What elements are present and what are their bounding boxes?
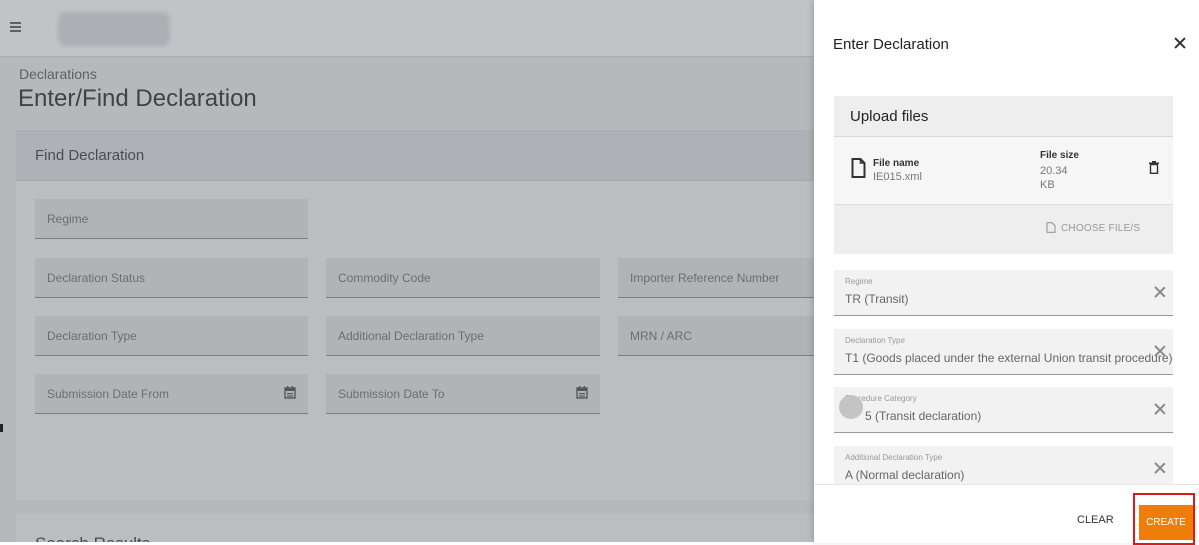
app-logo bbox=[58, 12, 170, 46]
file-name-label: File name bbox=[873, 158, 920, 169]
mouse-cursor bbox=[839, 395, 863, 419]
file-name: IE015.xml bbox=[873, 171, 922, 183]
additional-declaration-type-field[interactable]: Additional Declaration Type bbox=[326, 316, 600, 356]
drawer-procedure-category-value: 5 (Transit declaration) bbox=[865, 409, 982, 423]
clear-button[interactable]: CLEAR bbox=[1077, 514, 1114, 526]
file-size: 20.34 KB bbox=[1040, 165, 1068, 191]
breadcrumb[interactable]: Declarations bbox=[19, 66, 97, 82]
uploaded-file-row: File name IE015.xml File size 20.34 KB bbox=[834, 137, 1173, 205]
commodity-code-label: Commodity Code bbox=[338, 271, 431, 285]
drawer-regime-label: Regime bbox=[845, 277, 873, 286]
upload-files-section: Upload files File name IE015.xml File si… bbox=[834, 96, 1173, 254]
find-declaration-title: Find Declaration bbox=[35, 147, 145, 164]
top-app-bar bbox=[0, 0, 814, 57]
choose-files-label: CHOOSE FILE/S bbox=[1061, 223, 1141, 234]
drawer-declaration-type-label: Declaration Type bbox=[845, 336, 905, 345]
main-content: Declarations Enter/Find Declaration Find… bbox=[0, 0, 814, 542]
clear-icon[interactable] bbox=[1153, 285, 1167, 299]
search-results-title: Search Results bbox=[35, 534, 150, 542]
regime-field-label: Regime bbox=[47, 212, 89, 226]
regime-field[interactable]: Regime bbox=[35, 199, 308, 239]
declaration-status-field[interactable]: Declaration Status bbox=[35, 258, 308, 298]
create-button[interactable]: CREATE bbox=[1139, 505, 1193, 540]
importer-reference-field[interactable]: Importer Reference Number bbox=[618, 258, 814, 298]
declaration-type-field[interactable]: Declaration Type bbox=[35, 316, 308, 356]
file-icon bbox=[851, 158, 866, 178]
submission-date-to-label: Submission Date To bbox=[338, 387, 445, 401]
drawer-additional-declaration-type-value: A (Normal declaration) bbox=[845, 468, 965, 482]
page-title: Enter/Find Declaration bbox=[18, 85, 257, 112]
upload-files-title: Upload files bbox=[850, 108, 929, 125]
drawer-title: Enter Declaration bbox=[833, 36, 949, 53]
menu-icon[interactable] bbox=[10, 22, 21, 32]
submission-date-from-label: Submission Date From bbox=[47, 387, 170, 401]
drawer-declaration-type-field[interactable]: Declaration Type T1 (Goods placed under … bbox=[834, 329, 1173, 375]
trash-icon[interactable] bbox=[1149, 161, 1159, 174]
drawer-procedure-category-field[interactable]: Procedure Category 5 (Transit declaratio… bbox=[834, 387, 1173, 433]
additional-declaration-type-label: Additional Declaration Type bbox=[338, 329, 484, 343]
find-declaration-panel: Find Declaration Regime Declaration Stat… bbox=[16, 130, 814, 500]
mrn-arc-label: MRN / ARC bbox=[630, 329, 693, 343]
drawer-regime-field[interactable]: Regime TR (Transit) bbox=[834, 270, 1173, 316]
enter-declaration-drawer: Enter Declaration Upload files File name… bbox=[814, 0, 1199, 545]
drawer-additional-declaration-type-field[interactable]: Additional Declaration Type A (Normal de… bbox=[834, 446, 1173, 484]
drawer-regime-value: TR (Transit) bbox=[845, 292, 909, 306]
file-size-label: File size bbox=[1040, 150, 1079, 161]
choose-file-icon bbox=[1046, 222, 1056, 233]
edge-mark bbox=[0, 424, 3, 432]
close-icon[interactable] bbox=[1172, 35, 1188, 51]
upload-files-header: Upload files bbox=[834, 96, 1173, 137]
clear-icon[interactable] bbox=[1153, 344, 1167, 358]
commodity-code-field[interactable]: Commodity Code bbox=[326, 258, 600, 298]
drawer-additional-declaration-type-label: Additional Declaration Type bbox=[845, 453, 943, 462]
submission-date-from-field[interactable]: Submission Date From bbox=[35, 374, 308, 414]
drawer-declaration-type-value: T1 (Goods placed under the external Unio… bbox=[845, 351, 1173, 365]
clear-icon[interactable] bbox=[1153, 461, 1167, 475]
declaration-type-label: Declaration Type bbox=[47, 329, 137, 343]
calendar-icon[interactable] bbox=[284, 386, 296, 399]
submission-date-to-field[interactable]: Submission Date To bbox=[326, 374, 600, 414]
clear-icon[interactable] bbox=[1153, 402, 1167, 416]
drawer-body[interactable]: Upload files File name IE015.xml File si… bbox=[814, 96, 1199, 484]
mrn-arc-field[interactable]: MRN / ARC bbox=[618, 316, 814, 356]
choose-files-button[interactable]: CHOOSE FILE/S bbox=[1046, 222, 1140, 234]
importer-reference-label: Importer Reference Number bbox=[630, 271, 780, 285]
declaration-status-label: Declaration Status bbox=[47, 271, 146, 285]
calendar-icon[interactable] bbox=[576, 386, 588, 399]
search-results-panel: Search Results bbox=[16, 514, 814, 542]
drawer-footer: CLEAR CREATE bbox=[814, 484, 1199, 545]
find-declaration-header[interactable]: Find Declaration bbox=[16, 130, 814, 181]
